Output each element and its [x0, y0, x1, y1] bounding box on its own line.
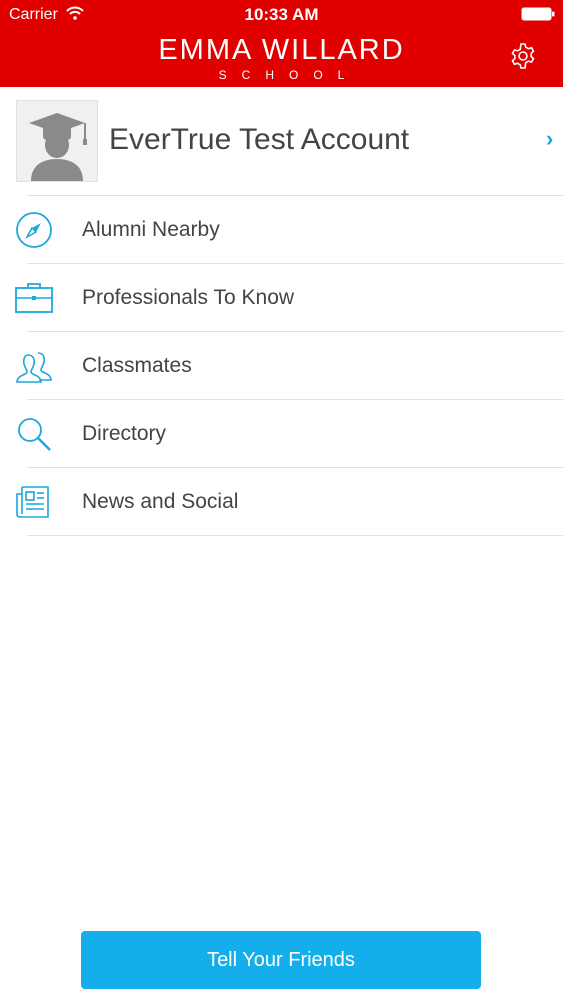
tell-your-friends-button[interactable]: Tell Your Friends [81, 931, 481, 989]
app-header: Carrier 10:33 AM EMMA WILLARD SCHOOL [0, 0, 563, 87]
search-icon [18, 418, 51, 451]
newspaper-icon [16, 486, 49, 518]
menu-item-professionals[interactable]: Professionals To Know [0, 264, 563, 332]
menu-label: Classmates [82, 354, 192, 377]
graduate-avatar-icon [29, 113, 87, 181]
chevron-right-icon: › [546, 126, 554, 151]
brand-subtitle: SCHOOL [218, 68, 360, 82]
divider [27, 535, 563, 536]
briefcase-icon [15, 283, 53, 313]
status-bar: Carrier 10:33 AM [0, 0, 563, 30]
menu-item-alumni-nearby[interactable]: Alumni Nearby [0, 196, 563, 264]
gear-icon[interactable] [509, 42, 537, 70]
menu-label: News and Social [82, 490, 239, 513]
menu-label: Directory [82, 422, 167, 445]
menu-label: Professionals To Know [82, 286, 295, 309]
menu-label: Alumni Nearby [82, 218, 220, 241]
compass-icon [16, 212, 52, 248]
school-logo: EMMA WILLARD SCHOOL [0, 34, 563, 82]
brand-name: EMMA WILLARD [158, 34, 405, 66]
menu-item-directory[interactable]: Directory [0, 400, 563, 468]
menu-item-news-social[interactable]: News and Social [0, 468, 563, 536]
people-icon [16, 352, 52, 383]
status-time: 10:33 AM [244, 5, 319, 24]
profile-name: EverTrue Test Account [109, 123, 410, 156]
menu-item-classmates[interactable]: Classmates [0, 332, 563, 400]
battery-icon [521, 7, 555, 21]
avatar [16, 100, 98, 182]
profile-row[interactable]: EverTrue Test Account › [0, 88, 563, 195]
